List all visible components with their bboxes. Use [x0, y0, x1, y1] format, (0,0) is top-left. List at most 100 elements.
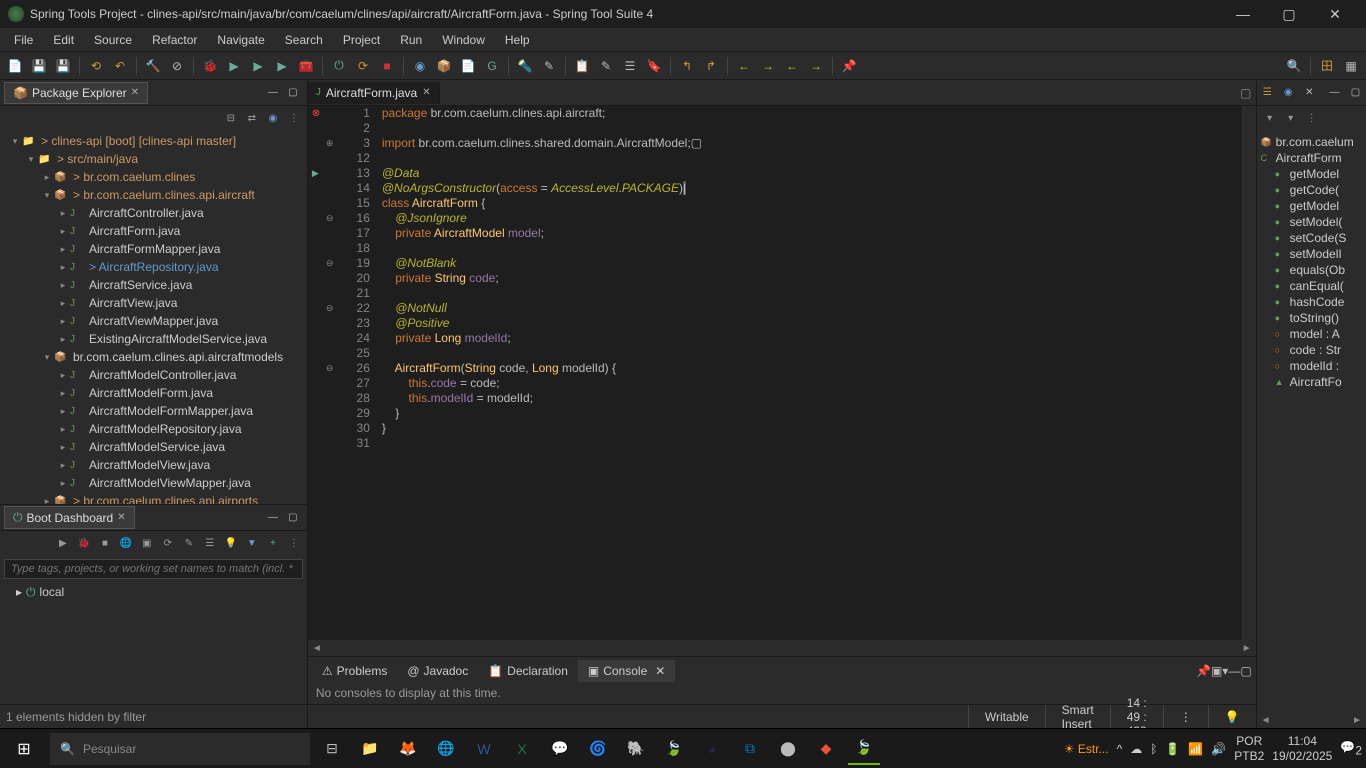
outline-node[interactable]: ●setModelI [1257, 246, 1366, 262]
word-app[interactable]: W [468, 733, 500, 765]
bd-globe-button[interactable]: 🌐 [117, 534, 135, 552]
eclipse-app[interactable]: ◕ [696, 733, 728, 765]
back-button[interactable]: ← [733, 55, 755, 77]
bd-refresh-button[interactable]: ⟳ [159, 534, 177, 552]
build-button[interactable]: 🔨 [142, 55, 164, 77]
view-tab-console[interactable]: ▣Console✕ [578, 660, 675, 682]
taskbar-search[interactable]: 🔍 Pesquisar [50, 733, 310, 765]
tree-node[interactable]: ▾📦br.com.caelum.clines.api.aircraftmodel… [0, 348, 307, 366]
outline-filter2-button[interactable]: ▾ [1282, 109, 1300, 127]
menu-source[interactable]: Source [84, 30, 142, 50]
wand-button[interactable]: ✎ [538, 55, 560, 77]
excel-app[interactable]: X [506, 733, 538, 765]
postgres-app[interactable]: 🐘 [620, 733, 652, 765]
chrome-app[interactable]: 🌐 [430, 733, 462, 765]
outline-node[interactable]: ○modelId : [1257, 358, 1366, 374]
bookmark-button[interactable]: 🔖 [643, 55, 665, 77]
outline-node[interactable]: ●setCode(S [1257, 230, 1366, 246]
menu-search[interactable]: Search [275, 30, 333, 50]
outline-node[interactable]: ●equals(Ob [1257, 262, 1366, 278]
close-button[interactable]: ✕ [1312, 0, 1358, 28]
whatsapp-app[interactable]: 💬 [544, 733, 576, 765]
bd-menu-button[interactable]: ⋮ [285, 534, 303, 552]
tree-node[interactable]: ▾📦> br.com.caelum.clines.api.aircraft [0, 186, 307, 204]
view-tab-problems[interactable]: ⚠Problems [312, 660, 397, 682]
onedrive-icon[interactable]: ☁ [1130, 742, 1142, 756]
view-menu-button[interactable]: ⋮ [285, 109, 303, 127]
minimize-console-button[interactable]: — [1228, 664, 1240, 678]
package-explorer-tab[interactable]: 📦 Package Explorer ✕ [4, 82, 148, 104]
minimize-outline-button[interactable]: — [1326, 83, 1343, 103]
editor-tab-aircraftform[interactable]: J AircraftForm.java ✕ [308, 82, 440, 104]
search-button[interactable]: 🔦 [514, 55, 536, 77]
save-all-button[interactable]: 💾 [52, 55, 74, 77]
bd-add-button[interactable]: + [264, 534, 282, 552]
sts-app[interactable]: 🍃 [848, 733, 880, 765]
scroll-right-icon[interactable]: ► [1352, 715, 1362, 726]
close-view-icon[interactable]: ✕ [131, 87, 139, 98]
outline-node[interactable]: ▲AircraftFo [1257, 374, 1366, 390]
language-indicator[interactable]: PORPTB2 [1234, 734, 1264, 763]
maximize-console-button[interactable]: ▢ [1240, 664, 1251, 678]
bluetooth-icon[interactable]: ᛒ [1150, 742, 1157, 756]
tree-node[interactable]: ▸📦> br.com.caelum.clines [0, 168, 307, 186]
new-package-button[interactable]: 📦 [433, 55, 455, 77]
bd-console-button[interactable]: ▣ [138, 534, 156, 552]
last-edit-button[interactable]: ← [781, 55, 803, 77]
tree-node[interactable]: ▸J> AircraftRepository.java [0, 258, 307, 276]
task-view-button[interactable]: ⊟ [316, 733, 348, 765]
save-button[interactable]: 💾 [28, 55, 50, 77]
tree-node[interactable]: ▸JAircraftModelViewMapper.java [0, 474, 307, 492]
bootdash-filter-input[interactable] [4, 559, 303, 579]
task-button[interactable]: ✎ [595, 55, 617, 77]
menu-project[interactable]: Project [333, 30, 390, 50]
tree-node[interactable]: ▸JAircraftView.java [0, 294, 307, 312]
tree-node[interactable]: ▸JAircraftFormMapper.java [0, 240, 307, 258]
outline-node[interactable]: ●getCode( [1257, 182, 1366, 198]
tree-node[interactable]: ▸JAircraftForm.java [0, 222, 307, 240]
tree-node[interactable]: ▸JAircraftController.java [0, 204, 307, 222]
battery-icon[interactable]: 🔋 [1165, 742, 1180, 756]
run-last-button[interactable]: ▶ [271, 55, 293, 77]
menu-edit[interactable]: Edit [43, 30, 84, 50]
tree-node[interactable]: ▸JAircraftModelForm.java [0, 384, 307, 402]
menu-navigate[interactable]: Navigate [207, 30, 274, 50]
maximize-bootdash-button[interactable]: ▢ [283, 508, 303, 528]
prev-edit-button[interactable]: ↰ [676, 55, 698, 77]
clock[interactable]: 11:0419/02/2025 [1272, 734, 1332, 763]
outline-menu-button[interactable]: ⋮ [1303, 109, 1321, 127]
outline-scrollbar[interactable]: ◄ ► [1257, 712, 1366, 728]
tree-node[interactable]: ▾📁> clines-api [boot] [clines-api master… [0, 132, 307, 150]
menu-help[interactable]: Help [495, 30, 540, 50]
quick-access-button[interactable]: 🔍 [1283, 55, 1305, 77]
scroll-left-icon[interactable]: ◄ [1261, 715, 1271, 726]
tree-node[interactable]: ▸JAircraftService.java [0, 276, 307, 294]
maximize-outline-button[interactable]: ▢ [1347, 83, 1364, 103]
tree-node[interactable]: ▸JAircraftModelController.java [0, 366, 307, 384]
close-tab-icon[interactable]: ✕ [422, 87, 430, 98]
tree-node[interactable]: ▸📦> br.com.caelum.clines.api.airports [0, 492, 307, 504]
console-pin-button[interactable]: 📌 [1196, 664, 1211, 678]
outline-tree[interactable]: 📦br.com.caelumCAircraftForm●getModel●get… [1257, 130, 1366, 712]
menu-file[interactable]: File [4, 30, 43, 50]
status-menu[interactable]: ⋮ [1163, 705, 1208, 728]
outline-filter1-button[interactable]: ▾ [1261, 109, 1279, 127]
bd-props-button[interactable]: ☰ [201, 534, 219, 552]
tree-node[interactable]: ▸JAircraftModelService.java [0, 438, 307, 456]
console-display-button[interactable]: ▣ [1211, 664, 1222, 678]
bd-edit-button[interactable]: ✎ [180, 534, 198, 552]
maximize-editor-button[interactable]: ▢ [1236, 86, 1256, 100]
outline-button[interactable]: ☰ [619, 55, 641, 77]
new-file-button[interactable]: 📄 [457, 55, 479, 77]
wifi-icon[interactable]: 📶 [1188, 742, 1203, 756]
minimize-view-button[interactable]: — [263, 83, 283, 103]
outline-node[interactable]: ●toString() [1257, 310, 1366, 326]
tree-node[interactable]: ▸JAircraftModelFormMapper.java [0, 402, 307, 420]
focus-task-button[interactable]: ◉ [264, 109, 282, 127]
open-type-button[interactable]: G [481, 55, 503, 77]
outline-sort-button[interactable]: ☰ [1259, 83, 1276, 103]
firefox-app[interactable]: 🦊 [392, 733, 424, 765]
overview-ruler[interactable] [1242, 106, 1256, 640]
skip-button[interactable]: ⊘ [166, 55, 188, 77]
tray-expand-icon[interactable]: ^ [1117, 742, 1123, 756]
